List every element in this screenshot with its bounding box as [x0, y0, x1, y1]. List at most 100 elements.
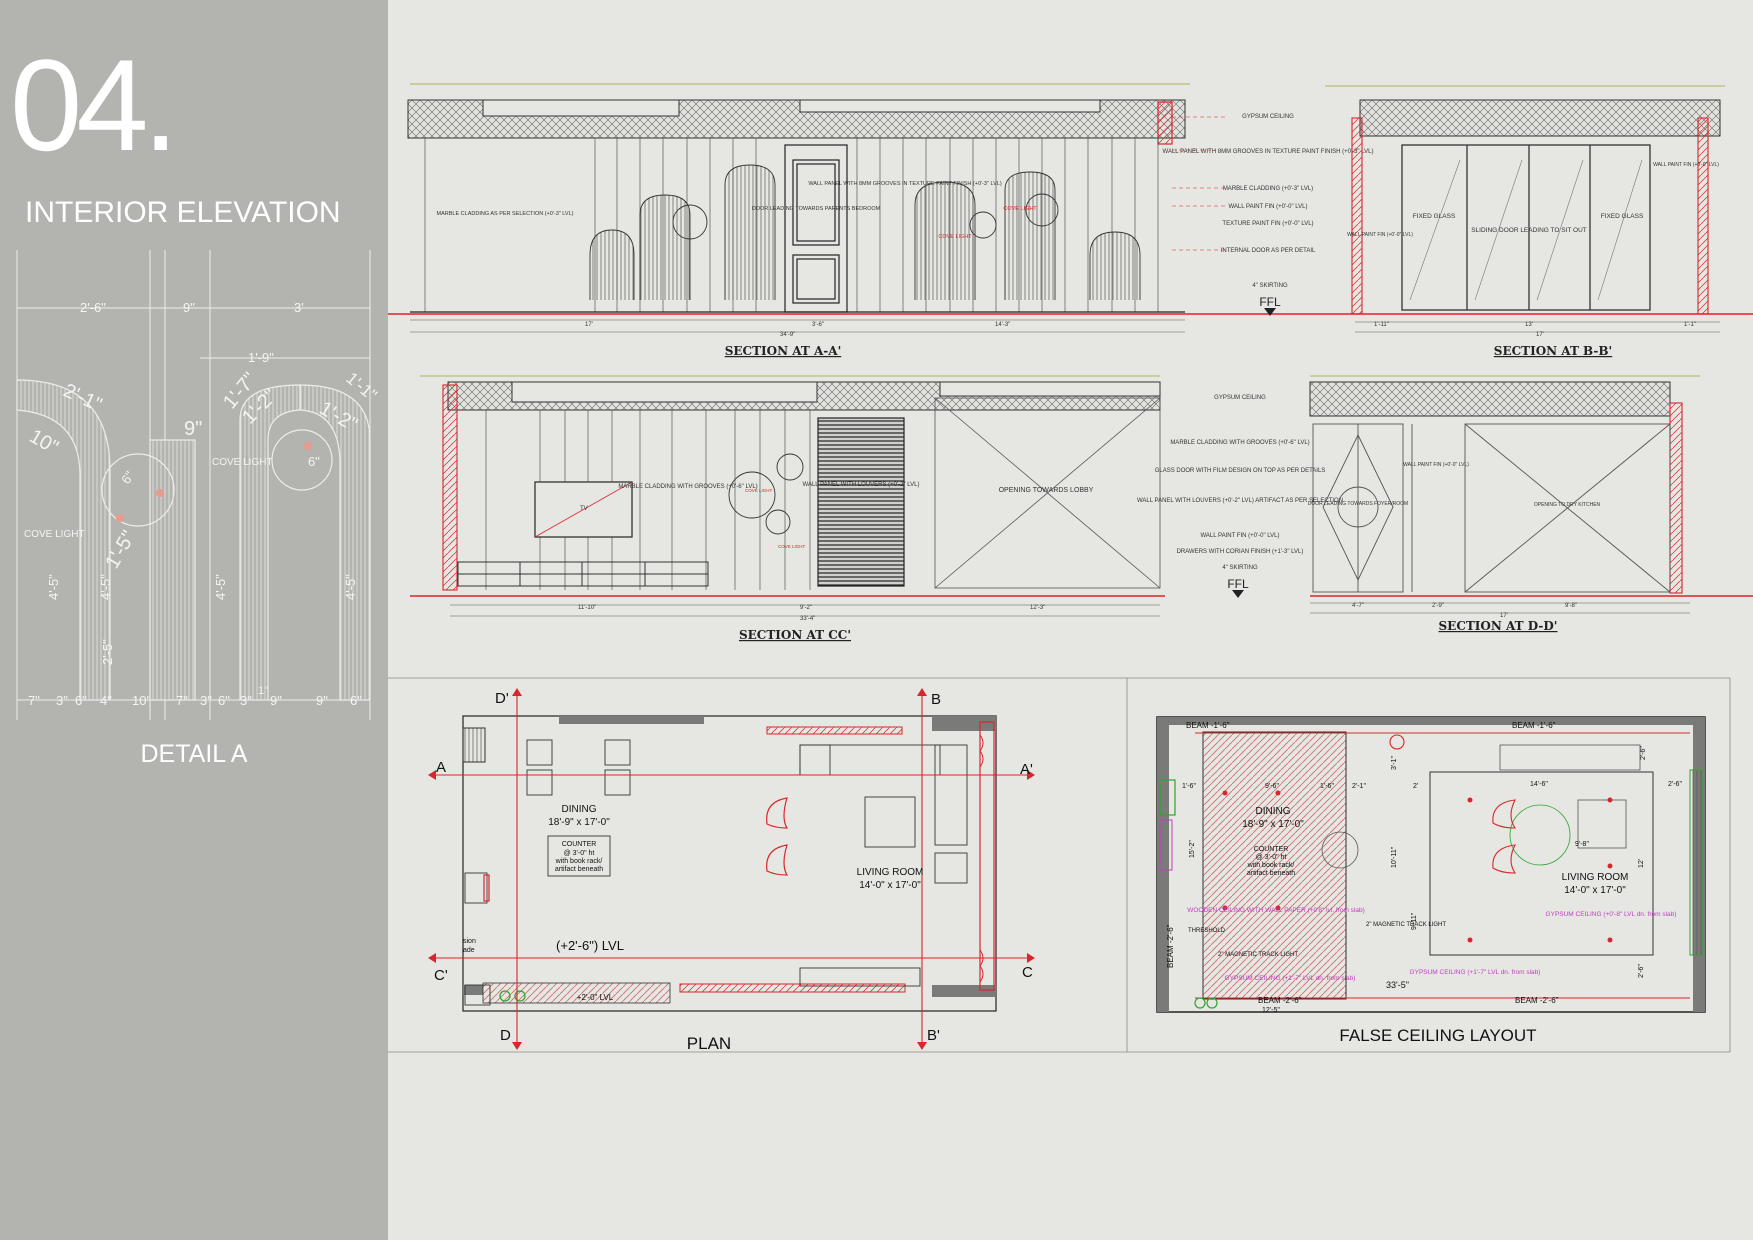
detail-dim: 9" [270, 693, 282, 708]
plan-marker: C [1022, 964, 1033, 981]
section-dd: DOOR LEADING TOWARDS FOYER/ROOM WALL PAI… [1308, 375, 1700, 633]
ceiling-dim: 14'-6" [1530, 781, 1548, 788]
section-dd-caption: SECTION AT D-D' [1439, 619, 1558, 633]
plan-marker: A' [1020, 761, 1033, 778]
false-ceiling-layout: BEAM -1'-6" BEAM -1'-6" BEAM -2'-6" BEAM… [1156, 716, 1706, 1045]
plan-marker: D' [495, 690, 509, 707]
detail-dim: 6" [350, 693, 362, 708]
aa-note: GYPSUM CEILING [1242, 114, 1294, 120]
detail-dim: 6" [218, 693, 230, 708]
aa-note: INTERNAL DOOR AS PER DETAIL [1221, 248, 1316, 254]
ceiling-dim: 33'-5" [1386, 980, 1409, 990]
ceiling-dim: 2'-6" [1668, 781, 1682, 788]
ceiling-dim: 1'-6" [1182, 783, 1196, 790]
detail-dim: 10" [132, 693, 151, 708]
detail-dim: 3' [294, 300, 304, 315]
dd-label: DOOR LEADING TOWARDS FOYER/ROOM [1308, 501, 1408, 507]
cc-ffl: FFL [1227, 577, 1249, 591]
plan-marker: C' [434, 967, 448, 984]
aa-dim: 17' [585, 322, 593, 328]
bb-dim: 1'-1" [1684, 322, 1696, 328]
ceiling-dim: 3'-1" [1391, 756, 1398, 770]
plan-marker: B [931, 691, 941, 708]
ceiling-living-name: LIVING ROOM [1562, 872, 1629, 883]
detail-dim: 2'-6" [80, 300, 106, 315]
cc-note: GLASS DOOR WITH FILM DESIGN ON TOP AS PE… [1155, 468, 1326, 474]
ceiling-dim: 2'-6" [1640, 746, 1647, 760]
ceiling-dim: 12' [1638, 859, 1645, 868]
cc-label: COVE LIGHT [778, 544, 806, 549]
bb-dim: 1'-11" [1374, 322, 1389, 328]
ceiling-counter: with book rack/ [1247, 862, 1295, 869]
ceiling-dim: 2'-1" [1352, 783, 1366, 790]
ceiling-dim: 9'-11" [1411, 912, 1418, 930]
detail-dim: 4'-5" [46, 574, 61, 600]
detail-dim: 6" [308, 454, 320, 469]
cc-label: TV [580, 506, 588, 512]
aa-label: COVE LIGHT [938, 234, 972, 240]
beam-label: BEAM -1'-6" [1512, 721, 1556, 730]
detail-dim: 7" [176, 693, 188, 708]
ceiling-counter: @ 3'-0" ht [1256, 854, 1287, 861]
cc-label: MARBLE CLADDING WITH GROOVES (+0'-6" LVL… [618, 484, 757, 490]
cc-dim: 33'-4" [800, 616, 815, 622]
ceiling-living-size: 14'-0" x 17'-0" [1564, 885, 1626, 896]
plan-level-small: +2'-0" LVL [577, 993, 614, 1002]
dd-label: WALL PAINT FIN (+0'-0" LVL) [1403, 462, 1469, 468]
cc-label: WALL PANEL WITH LOUVERS (+0'-2" LVL) [803, 482, 920, 488]
ceiling-dim: 2'-6" [1638, 964, 1645, 978]
aa-dim: 3'-6" [812, 322, 824, 328]
ceiling-dim: 15'-2" [1189, 840, 1196, 858]
ceiling-note: GYPSUM CEILING (+1'-7" LVL dn. from slab… [1410, 969, 1541, 976]
detail-dim: 4'-5" [98, 574, 113, 600]
beam-label: BEAM -1'-6" [1186, 721, 1230, 730]
detail-dim: 6" [118, 468, 137, 487]
plan: A A' B B' C C' D D' DINING 18'-9" x 17'-… [428, 688, 1035, 1053]
aa-label: WALL PANEL WITH 8MM GROOVES IN TEXTURE P… [808, 181, 1002, 187]
ceiling-note: WOODEN CEILING WITH WALL PAPER (+0'8" lv… [1187, 907, 1365, 914]
section-bb-caption: SECTION AT B-B' [1494, 344, 1612, 358]
dd-label: OPENING TO DRY KITCHEN [1534, 502, 1601, 508]
bb-label: FIXED GLASS [1413, 213, 1456, 220]
plan-marker: A [436, 759, 446, 776]
ceiling-note: 2" MAGNETIC TRACK LIGHT [1218, 952, 1298, 958]
aa-note: TEXTURE PAINT FIN (+0'-0" LVL) [1222, 221, 1313, 227]
plan-counter: artifact beneath [555, 866, 603, 873]
detail-dim: 4" [100, 693, 112, 708]
beam-label: BEAM -2'-6" [1258, 996, 1302, 1005]
bb-label: WALL PAINT FIN (+0'-0" LVL) [1653, 162, 1719, 168]
detail-dim: 7" [28, 693, 40, 708]
detail-dim: 10" [26, 425, 62, 459]
plan-edge-text: sion [463, 938, 476, 945]
ceiling-note: THRESHOLD [1188, 928, 1226, 934]
plan-counter: with book rack/ [555, 858, 603, 865]
ceiling-dining-name: DINING [1256, 806, 1291, 817]
aa-note: 4" SKIRTING [1252, 283, 1288, 289]
drawing-sheet: 17' 3'-6" 14'-3" 34'-9" MARBLE CLADDING … [388, 83, 1753, 1053]
plan-counter: COUNTER [562, 841, 597, 848]
cc-dim: 11'-10" [578, 605, 596, 611]
ceiling-dim: 2' [1413, 783, 1418, 790]
bb-dim: 13' [1525, 322, 1533, 328]
detail-label: COVE LIGHT [212, 457, 273, 468]
plan-counter: @ 3'-0" ht [564, 850, 595, 857]
dd-dim: 2'-9" [1432, 603, 1444, 609]
bb-label: SLIDING DOOR LEADING TO SIT OUT [1471, 227, 1587, 234]
ceiling-note: GYPSUM CEILING (+0'-8" LVL dn. from slab… [1546, 911, 1677, 918]
ceiling-caption: FALSE CEILING LAYOUT [1339, 1026, 1536, 1045]
detail-dim: 3" [200, 693, 212, 708]
ceiling-dim: 9'-8" [1575, 841, 1589, 848]
ceiling-dim: 12'-5" [1262, 1007, 1280, 1014]
detail-label: COVE LIGHT [24, 529, 85, 540]
ceiling-dim: 10'-11" [1391, 846, 1398, 868]
cc-dim: 12'-3" [1030, 605, 1045, 611]
detail-title: DETAIL A [140, 740, 248, 768]
aa-label: COVE LIGHT [1003, 206, 1037, 212]
plan-living-size: 14'-0" x 17'-0" [859, 880, 921, 891]
beam-label: BEAM -2'-6" [1515, 996, 1559, 1005]
cc-dim: 9'-2" [800, 605, 812, 611]
cc-note: DRAWERS WITH CORIAN FINISH (+1'-3" LVL) [1177, 549, 1304, 555]
detail-dim: 9" [316, 693, 328, 708]
detail-dim: 6" [75, 693, 87, 708]
bb-label: FIXED GLASS [1601, 213, 1644, 220]
